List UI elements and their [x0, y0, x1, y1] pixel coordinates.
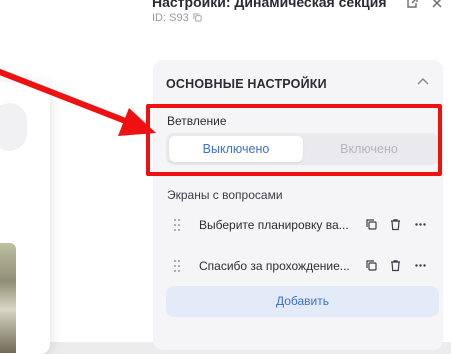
settings-panel: Настройки: Динамическая секция 1 ID: S93… — [143, 0, 451, 350]
section-header[interactable]: ОСНОВНЫЕ НАСТРОЙКИ — [166, 77, 327, 91]
branching-on-option[interactable]: Включено — [302, 136, 436, 162]
section-id: ID: S93 — [152, 12, 202, 24]
preview-image — [0, 243, 16, 353]
main-settings-section: ОСНОВНЫЕ НАСТРОЙКИ Ветвление Выключено В… — [153, 60, 443, 350]
panel-title: Настройки: Динамическая секция 1 — [152, 0, 388, 10]
add-screen-button[interactable]: Добавить — [166, 286, 439, 317]
list-item[interactable]: Выберите планировку ва... — [166, 210, 441, 240]
trash-icon[interactable] — [389, 259, 402, 272]
drag-handle-icon[interactable] — [173, 259, 181, 273]
trash-icon[interactable] — [389, 218, 402, 231]
chevron-up-icon[interactable] — [415, 74, 431, 90]
screens-label: Экраны с вопросами — [167, 188, 283, 202]
more-icon[interactable] — [414, 218, 427, 231]
drag-handle-icon[interactable] — [173, 218, 181, 232]
screen-name: Спасибо за прохождение... — [199, 259, 350, 273]
section-id-text: ID: S93 — [152, 12, 189, 24]
list-item[interactable]: Спасибо за прохождение... — [166, 251, 441, 281]
branching-toggle: Выключено Включено — [166, 133, 439, 165]
external-link-icon[interactable] — [405, 0, 419, 10]
preview-placeholder — [0, 103, 27, 151]
copy-icon[interactable] — [365, 218, 378, 231]
more-icon[interactable] — [414, 259, 427, 272]
branching-label: Ветвление — [167, 114, 227, 128]
screen-name: Выберите планировку ва... — [199, 218, 349, 232]
close-icon[interactable] — [430, 0, 444, 10]
branching-off-option[interactable]: Выключено — [169, 136, 303, 162]
copy-icon[interactable] — [365, 259, 378, 272]
copy-icon[interactable] — [193, 13, 202, 22]
